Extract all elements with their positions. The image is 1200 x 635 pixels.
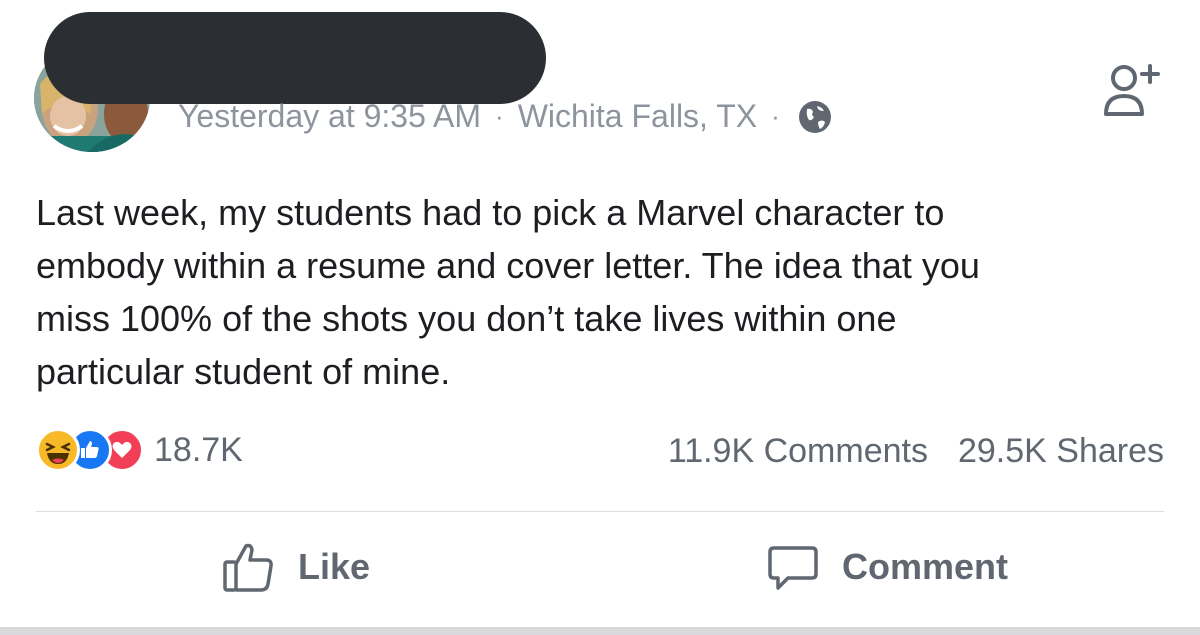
meta-separator-2: · bbox=[771, 101, 780, 131]
add-friend-icon[interactable] bbox=[1100, 58, 1164, 122]
post-body-line: Last week, my students had to pick a Mar… bbox=[36, 192, 945, 233]
reaction-count: 18.7K bbox=[154, 430, 243, 469]
shares-count[interactable]: 29.5K Shares bbox=[958, 432, 1164, 471]
post-body-line: miss 100% of the shots you don’t take li… bbox=[36, 298, 897, 339]
post-location[interactable]: Wichita Falls, TX bbox=[518, 98, 757, 135]
comment-button[interactable]: Comment bbox=[766, 540, 1008, 594]
bottom-separator bbox=[0, 627, 1200, 635]
post-timestamp[interactable]: Yesterday at 9:35 AM bbox=[178, 98, 481, 135]
post-body: Last week, my students had to pick a Mar… bbox=[36, 186, 1166, 398]
haha-icon bbox=[36, 428, 80, 472]
facebook-post: Yesterday at 9:35 AM · Wichita Falls, TX… bbox=[0, 0, 1200, 635]
comment-bubble-icon bbox=[768, 546, 818, 590]
comments-count[interactable]: 11.9K Comments bbox=[668, 432, 928, 471]
redacted-name bbox=[44, 12, 546, 104]
comment-label: Comment bbox=[842, 546, 1009, 587]
like-label: Like bbox=[298, 546, 371, 587]
meta-separator: · bbox=[495, 101, 504, 131]
post-meta: Yesterday at 9:35 AM · Wichita Falls, TX… bbox=[178, 98, 832, 135]
divider bbox=[36, 511, 1164, 512]
post-body-line: embody within a resume and cover letter.… bbox=[36, 245, 980, 286]
post-body-line: particular student of mine. bbox=[36, 351, 451, 392]
reaction-summary[interactable]: 18.7K bbox=[36, 428, 243, 472]
like-button[interactable]: Like bbox=[222, 540, 370, 594]
thumbs-up-icon bbox=[223, 543, 273, 592]
engagement-stats: 11.9K Comments 29.5K Shares bbox=[668, 432, 1164, 471]
globe-icon bbox=[798, 100, 831, 133]
